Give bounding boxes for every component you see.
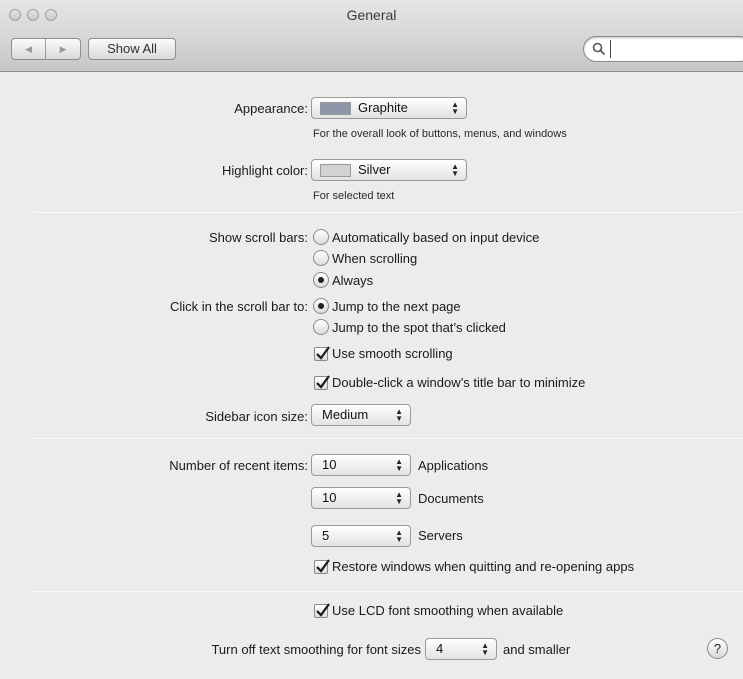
popup-arrows-icon: ▲ ▼: [395, 457, 403, 473]
recent-applications-value: 10: [322, 457, 337, 472]
text-smoothing-label: Turn off text smoothing for font sizes: [211, 642, 421, 657]
lcd-font-smoothing-checkbox[interactable]: Use LCD font smoothing when available: [314, 602, 564, 618]
scroll-bars-option-scrolling[interactable]: When scrolling: [313, 250, 417, 266]
window-title: General: [346, 7, 397, 23]
text-smoothing-suffix: and smaller: [503, 642, 571, 657]
recent-documents-popup[interactable]: 10 ▲ ▼: [311, 487, 411, 509]
sidebar-icon-size-value: Medium: [322, 407, 369, 422]
back-forward-control: ◀ ▶: [11, 38, 81, 60]
recent-applications-label: Applications: [418, 458, 489, 473]
checkbox-label: Double-click a window’s title bar to min…: [332, 375, 586, 390]
radio-button[interactable]: [313, 319, 329, 335]
highlight-note: For selected text: [313, 190, 395, 202]
radio-label: Automatically based on input device: [332, 229, 540, 245]
popup-arrows-icon: ▲ ▼: [451, 162, 459, 178]
scroll-bars-option-auto[interactable]: Automatically based on input device: [313, 229, 539, 245]
checkbox[interactable]: [314, 345, 330, 361]
divider: [34, 438, 742, 439]
scroll-bars-label: Show scroll bars:: [209, 230, 308, 245]
checkbox[interactable]: [314, 602, 330, 618]
recent-items-label: Number of recent items:: [169, 458, 308, 473]
recent-documents-value: 10: [322, 490, 337, 505]
sidebar-icon-size-label: Sidebar icon size:: [205, 409, 308, 424]
recent-documents-label: Documents: [418, 491, 484, 506]
appearance-value: Graphite: [358, 100, 408, 115]
highlight-value: Silver: [358, 162, 391, 177]
click-scroll-option-next-page[interactable]: Jump to the next page: [313, 298, 461, 314]
radio-button[interactable]: [313, 250, 329, 266]
radio-button-selected[interactable]: [313, 298, 329, 314]
checkmark-icon: [316, 374, 330, 389]
checkbox-label: Use smooth scrolling: [332, 346, 453, 361]
radio-label: When scrolling: [332, 250, 418, 266]
popup-arrows-icon: ▲ ▼: [395, 407, 403, 423]
popup-arrows-icon: ▲ ▼: [395, 528, 403, 544]
sidebar-icon-size-popup[interactable]: Medium ▲ ▼: [311, 404, 411, 426]
scroll-bars-option-always[interactable]: Always: [313, 272, 373, 288]
radio-label: Jump to the spot that’s clicked: [332, 319, 506, 335]
smooth-scrolling-checkbox[interactable]: Use smooth scrolling: [314, 345, 453, 361]
appearance-label: Appearance:: [234, 101, 308, 116]
divider: [34, 591, 742, 592]
recent-applications-popup[interactable]: 10 ▲ ▼: [311, 454, 411, 476]
appearance-note: For the overall look of buttons, menus, …: [313, 128, 567, 140]
appearance-swatch: [320, 102, 351, 115]
checkbox-label: Use LCD font smoothing when available: [332, 603, 564, 618]
recent-servers-value: 5: [322, 528, 330, 543]
divider: [34, 212, 742, 213]
checkbox[interactable]: [314, 374, 330, 390]
search-icon: [592, 42, 606, 56]
highlight-swatch: [320, 164, 351, 177]
double-click-minimize-checkbox[interactable]: Double-click a window’s title bar to min…: [314, 374, 586, 390]
text-smoothing-size-popup[interactable]: 4 ▲ ▼: [425, 638, 497, 660]
appearance-popup[interactable]: Graphite ▲ ▼: [311, 97, 467, 119]
highlight-label: Highlight color:: [222, 163, 308, 178]
restore-windows-checkbox[interactable]: Restore windows when quitting and re-ope…: [314, 558, 635, 574]
help-button[interactable]: ?: [707, 638, 728, 659]
radio-label: Always: [332, 272, 374, 288]
highlight-popup[interactable]: Silver ▲ ▼: [311, 159, 467, 181]
recent-servers-popup[interactable]: 5 ▲ ▼: [311, 525, 411, 547]
popup-arrows-icon: ▲ ▼: [481, 641, 489, 657]
text-smoothing-size-value: 4: [436, 641, 444, 656]
popup-arrows-icon: ▲ ▼: [451, 100, 459, 116]
checkbox-label: Restore windows when quitting and re-ope…: [332, 559, 635, 574]
radio-label: Jump to the next page: [332, 298, 461, 314]
toolbar: General ◀ ▶ Show All: [0, 0, 743, 72]
checkmark-icon: [316, 602, 330, 617]
checkmark-icon: [316, 345, 330, 360]
popup-arrows-icon: ▲ ▼: [395, 490, 403, 506]
search-field[interactable]: [583, 36, 743, 62]
radio-button-selected[interactable]: [313, 272, 329, 288]
radio-button[interactable]: [313, 229, 329, 245]
checkbox[interactable]: [314, 558, 330, 574]
click-scroll-option-spot[interactable]: Jump to the spot that’s clicked: [313, 319, 506, 335]
click-scroll-label: Click in the scroll bar to:: [170, 299, 308, 314]
back-arrow-icon[interactable]: ◀: [12, 39, 47, 59]
forward-arrow-icon[interactable]: ▶: [46, 39, 80, 59]
recent-servers-label: Servers: [418, 528, 463, 543]
checkmark-icon: [316, 558, 330, 573]
show-all-button[interactable]: Show All: [88, 38, 176, 60]
search-input[interactable]: [610, 40, 740, 58]
general-preferences-window: General ◀ ▶ Show All Appearance: Graphite…: [0, 0, 743, 679]
